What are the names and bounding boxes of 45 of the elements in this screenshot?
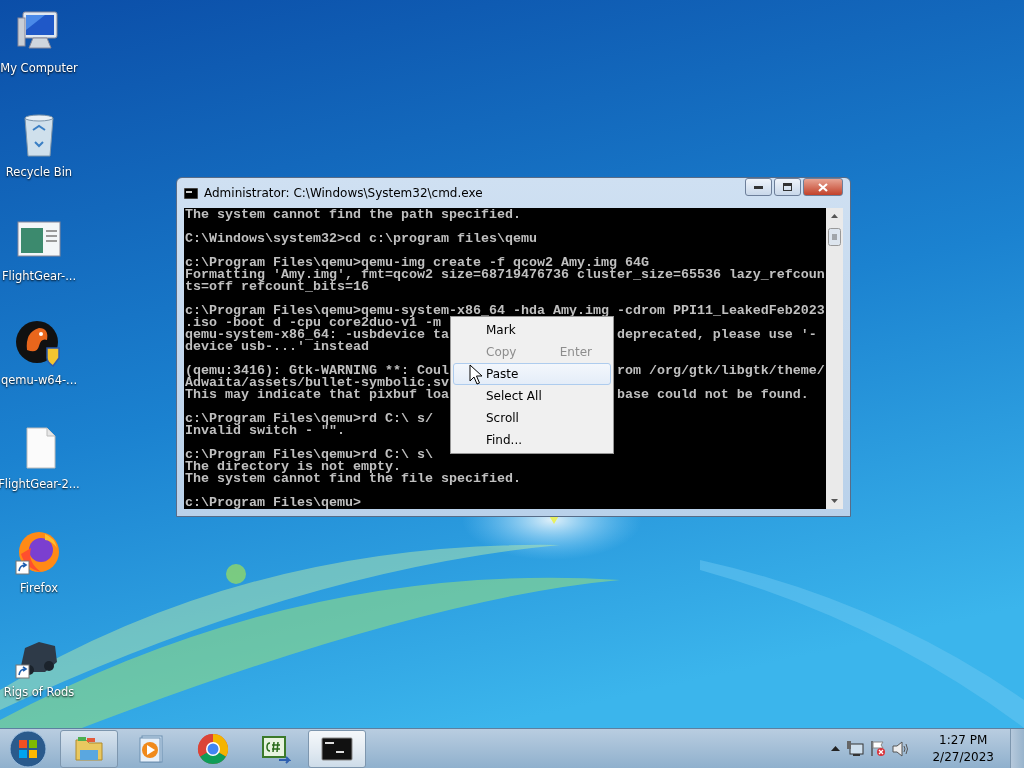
icon-label[interactable]: FlightGear-... bbox=[1, 268, 77, 286]
shortcut-label: Enter bbox=[559, 344, 592, 361]
close-button[interactable] bbox=[803, 178, 843, 196]
maximize-button[interactable] bbox=[774, 178, 801, 196]
close-icon bbox=[818, 182, 828, 192]
console-text: c:\Program Files\qemu>qemu-img create -f qcow2 Amy.img 64G bbox=[185, 255, 649, 270]
minimize-icon bbox=[754, 185, 763, 189]
console-icon bbox=[184, 187, 198, 199]
icon-label[interactable]: My Computer bbox=[0, 60, 78, 78]
clock-time: 1:27 PM bbox=[939, 731, 988, 749]
console-text: C:\Windows\system32>cd c:\program files\qemu bbox=[185, 231, 537, 246]
menu-item[interactable]: Scroll bbox=[453, 407, 611, 429]
speaker-icon[interactable] bbox=[892, 740, 911, 757]
chrome-icon bbox=[197, 732, 229, 765]
console-text: The system cannot find the path specified. bbox=[185, 208, 521, 222]
scroll-down-icon[interactable] bbox=[831, 499, 838, 503]
flag-icon[interactable] bbox=[870, 740, 887, 757]
console-text: c:\Program Files\qemu>rd C:\ s\ bbox=[185, 447, 433, 462]
scroll-thumb[interactable] bbox=[828, 228, 841, 246]
console-text: c:\Program Files\qemu>rd C:\ s/ bbox=[185, 411, 433, 426]
console-text: (qemu:3416): Gtk-WARNING **: Coul bbox=[185, 363, 449, 378]
window-title: Administrator: C:\Windows\System32\cmd.exe bbox=[204, 185, 483, 202]
clock[interactable]: 1:27 PM 2/27/2023 bbox=[930, 731, 996, 766]
console-text: deprecated, please use '- bbox=[616, 329, 817, 341]
scrollbar[interactable] bbox=[826, 208, 843, 509]
console-text: c:\Program Files\qemu> bbox=[185, 495, 361, 509]
console-text: c:\Program Files\qemu>qemu-system-x86_64 -hda Amy.img -cdrom PPI11_LeakedFeb2023 bbox=[185, 303, 825, 318]
menu-item[interactable]: Select All bbox=[453, 385, 611, 407]
bird-shield-icon[interactable] bbox=[15, 320, 63, 368]
icon-label[interactable]: FlightGear-2... bbox=[0, 476, 80, 494]
menu-item[interactable]: Mark bbox=[453, 319, 611, 341]
console-text: base could not be found. bbox=[616, 389, 809, 401]
menu-item[interactable]: Find... bbox=[453, 429, 611, 451]
console-text: rom /org/gtk/libgtk/theme/ bbox=[616, 365, 825, 377]
scroll-up-icon[interactable] bbox=[831, 214, 838, 218]
icon-label[interactable]: qemu-w64-... bbox=[0, 372, 78, 390]
taskbar-app-button[interactable] bbox=[308, 729, 366, 768]
menu-item[interactable]: Paste bbox=[453, 363, 611, 385]
maximize-icon bbox=[783, 183, 792, 191]
network-icon[interactable] bbox=[846, 740, 865, 757]
show-hidden-icons-button[interactable] bbox=[831, 746, 841, 751]
clock-date: 2/27/2023 bbox=[932, 748, 994, 766]
minimize-button[interactable] bbox=[745, 178, 772, 196]
mouse-cursor-icon bbox=[469, 364, 483, 385]
icon-label[interactable]: Recycle Bin bbox=[5, 164, 73, 182]
